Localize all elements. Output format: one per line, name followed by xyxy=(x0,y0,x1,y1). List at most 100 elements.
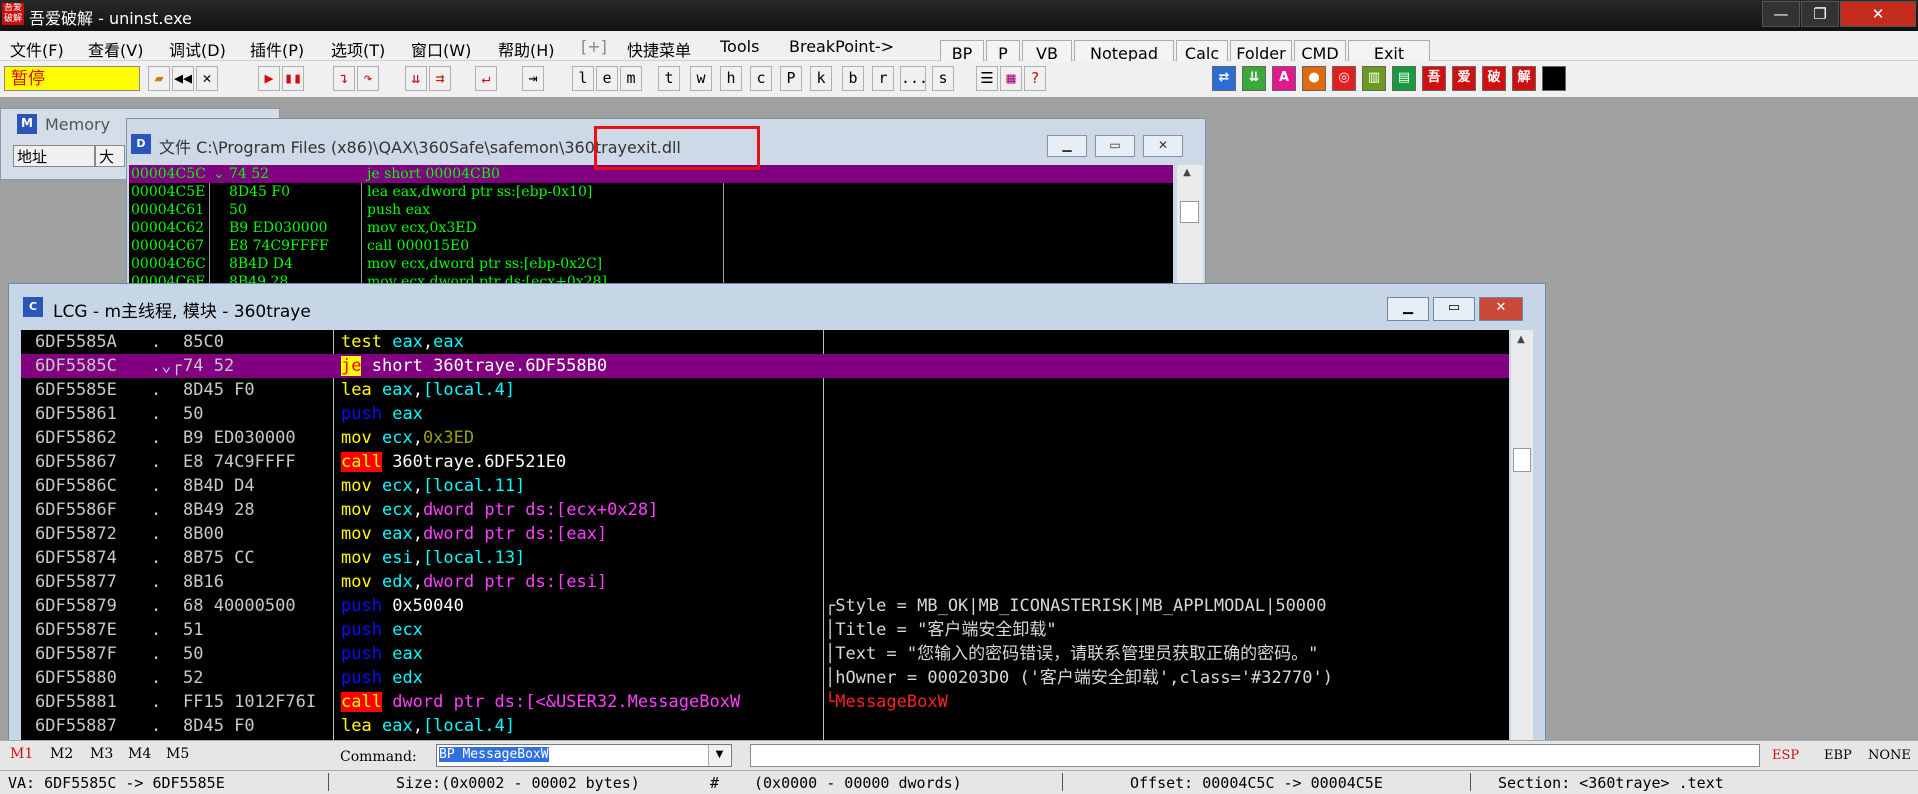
trace-over-icon[interactable]: ⇉ xyxy=(429,66,451,91)
disasm-row[interactable]: 6DF55874. 8B75 CC mov esi,[local.13] xyxy=(21,546,1509,570)
disasm-row[interactable]: 6DF55872. 8B00 mov eax,dword ptr ds:[eax] xyxy=(21,522,1509,546)
disasm-row[interactable]: 6DF55881. FF15 1012F76I call dword ptr ds:… xyxy=(21,690,1509,714)
memory-column-address[interactable]: 地址 xyxy=(13,145,95,167)
plugin-button-3[interactable]: A xyxy=(1272,66,1296,91)
toolbar-k-button[interactable]: k xyxy=(810,66,832,91)
menu-window[interactable]: 窗口(W) xyxy=(411,37,471,61)
cpu-scroll-thumb[interactable] xyxy=(1513,448,1531,472)
tab-m2[interactable]: M2 xyxy=(50,746,73,762)
toolbar-c-button[interactable]: c xyxy=(750,66,772,91)
disasm-row[interactable]: 6DF55861. 50 push eax xyxy=(21,402,1509,426)
disasm-row-selected[interactable]: 6DF5585C .⌄┌ 74 52 je short 360traye.6DF558… xyxy=(21,354,1509,378)
grid-icon[interactable]: ▦ xyxy=(1000,66,1022,91)
plugin-button-1[interactable]: ⇄ xyxy=(1212,66,1236,91)
disasm-row[interactable]: 6DF55879. 68 40000500 push 0x50040 ┌Style =… xyxy=(21,594,1509,618)
menu-breakpoint[interactable]: BreakPoint-> xyxy=(789,37,894,56)
toolbar-m-button[interactable]: m xyxy=(620,66,642,91)
help-icon[interactable]: ? xyxy=(1024,66,1046,91)
step-over-icon[interactable]: ↷ xyxy=(357,66,379,91)
plugin-button-5[interactable]: ◎ xyxy=(1332,66,1356,91)
disasm-row[interactable]: 6DF55877. 8B16 mov edx,dword ptr ds:[esi] xyxy=(21,570,1509,594)
disassembly-pane[interactable]: 6DF5585A. 85C0 test eax,eax 6DF5585C .⌄┌ 74 5… xyxy=(21,330,1509,740)
step-into-icon[interactable]: ↴ xyxy=(333,66,355,91)
file-scrollbar[interactable]: ▲ xyxy=(1177,165,1203,295)
disasm-row[interactable]: 6DF5585E. 8D45 F0 lea eax,[local.4] xyxy=(21,378,1509,402)
plugin-button-12[interactable] xyxy=(1542,66,1566,91)
disasm-row[interactable]: 6DF55880. 52 push edx │hOwner = 000203D0 ('… xyxy=(21,666,1509,690)
file-code-line[interactable]: 00004C61 50 push eax xyxy=(129,201,1173,219)
plugin-button-2[interactable]: ⇊ xyxy=(1242,66,1266,91)
plugin-button-9[interactable]: 爱 xyxy=(1452,66,1476,91)
file-maximize-button[interactable]: ▭ xyxy=(1095,135,1135,157)
reg-none[interactable]: NONE xyxy=(1868,748,1911,763)
restart-icon[interactable]: ◀◀ xyxy=(172,66,194,91)
tab-m5[interactable]: M5 xyxy=(166,746,189,762)
tab-m4[interactable]: M4 xyxy=(128,746,151,762)
toolbar-more-button[interactable]: ... xyxy=(900,66,928,91)
tab-m1[interactable]: M1 xyxy=(10,746,33,762)
plugin-button-8[interactable]: 吾 xyxy=(1422,66,1446,91)
scroll-up-icon[interactable]: ▲ xyxy=(1181,167,1193,178)
toolbar-h-button[interactable]: h xyxy=(720,66,742,91)
toolbar-b-button[interactable]: b xyxy=(842,66,864,91)
menu-tools[interactable]: Tools xyxy=(720,37,759,56)
menu-debug[interactable]: 调试(D) xyxy=(169,37,226,61)
execute-till-return-icon[interactable]: ↵ xyxy=(475,66,497,91)
plugin-button-4[interactable]: ● xyxy=(1302,66,1326,91)
menu-help[interactable]: 帮助(H) xyxy=(498,37,555,61)
reg-ebp[interactable]: EBP xyxy=(1824,748,1852,763)
plugin-button-7[interactable]: ▤ xyxy=(1392,66,1416,91)
cpu-close-button[interactable]: ✕ xyxy=(1479,297,1523,321)
plugin-button-11[interactable]: 解 xyxy=(1512,66,1536,91)
toolbar-p-button[interactable]: P xyxy=(780,66,802,91)
menu-plugins[interactable]: 插件(P) xyxy=(250,37,304,61)
scroll-up-icon[interactable]: ▲ xyxy=(1515,334,1527,345)
menu-options[interactable]: 选项(T) xyxy=(331,37,385,61)
command-dropdown-icon[interactable]: ▼ xyxy=(708,745,730,766)
pause-icon[interactable]: ▮▮ xyxy=(282,66,304,91)
cpu-minimize-button[interactable]: ▁ xyxy=(1387,297,1429,321)
file-code-line[interactable]: 00004C67 E8 74C9FFFF call 000015E0 xyxy=(129,237,1173,255)
toolbar-w-button[interactable]: w xyxy=(690,66,712,91)
toolbar-l-button[interactable]: l xyxy=(572,66,594,91)
file-disassembly-pane[interactable]: 00004C5C ⌄ 74 52 je short 00004CB0 00004C5E 8… xyxy=(129,165,1173,295)
file-code-line[interactable]: 00004C5E 8D45 F0 lea eax,dword ptr ss:[ebp… xyxy=(129,183,1173,201)
minimize-button[interactable]: — xyxy=(1762,1,1800,27)
close-program-icon[interactable]: ✕ xyxy=(196,66,218,91)
file-code-line[interactable]: 00004C6C 8B4D D4 mov ecx,dword ptr ss:[ebp… xyxy=(129,255,1173,273)
open-icon[interactable]: ▰ xyxy=(148,66,170,91)
menu-quick[interactable]: 快捷菜单 xyxy=(627,37,691,61)
close-button[interactable]: ✕ xyxy=(1840,1,1916,27)
cpu-scrollbar[interactable]: ▲ xyxy=(1511,330,1533,740)
toolbar-r-button[interactable]: r xyxy=(872,66,894,91)
menu-file[interactable]: 文件(F) xyxy=(10,37,64,61)
disasm-row[interactable]: 6DF55867. E8 74C9FFFF call 360traye.6DF521… xyxy=(21,450,1509,474)
disasm-row[interactable]: 6DF5586C. 8B4D D4 mov ecx,[local.11] xyxy=(21,474,1509,498)
file-code-line[interactable]: 00004C62 B9 ED030000 mov ecx,0x3ED xyxy=(129,219,1173,237)
memory-column-size[interactable]: 大 xyxy=(95,145,125,167)
file-minimize-button[interactable]: ▁ xyxy=(1047,135,1087,157)
disasm-row[interactable]: 6DF5585A. 85C0 test eax,eax xyxy=(21,330,1509,354)
cpu-maximize-button[interactable]: ▭ xyxy=(1433,297,1475,321)
disasm-row[interactable]: 6DF5586F. 8B49 28 mov ecx,dword ptr ds:[ec… xyxy=(21,498,1509,522)
tab-m3[interactable]: M3 xyxy=(90,746,113,762)
toolbar-s-button[interactable]: s xyxy=(932,66,954,91)
plugin-button-10[interactable]: 破 xyxy=(1482,66,1506,91)
menu-view[interactable]: 查看(V) xyxy=(88,37,143,61)
plugin-button-6[interactable]: ▥ xyxy=(1362,66,1386,91)
trace-into-icon[interactable]: ⇊ xyxy=(405,66,427,91)
maximize-button[interactable]: ❐ xyxy=(1801,1,1839,27)
disasm-row[interactable]: 6DF55887. 8D45 F0 lea eax,[local.4] xyxy=(21,714,1509,738)
go-to-icon[interactable]: ⇥ xyxy=(522,66,544,91)
cpu-window[interactable]: C LCG - m主线程, 模块 - 360traye ▁ ▭ ✕ 6DF558… xyxy=(8,283,1546,741)
toolbar-t-button[interactable]: t xyxy=(658,66,680,91)
disasm-row[interactable]: 6DF55862. B9 ED030000 mov ecx,0x3ED xyxy=(21,426,1509,450)
command-input[interactable]: BP MessageBoxW xyxy=(436,744,732,767)
menu-more[interactable]: [+] xyxy=(581,37,607,56)
file-close-button[interactable]: ✕ xyxy=(1143,135,1183,157)
file-scroll-thumb[interactable] xyxy=(1180,201,1199,223)
disasm-row[interactable]: 6DF5587F. 50 push eax │Text = "您输入的密码错误，请联系… xyxy=(21,642,1509,666)
reg-esp[interactable]: ESP xyxy=(1772,748,1799,763)
toolbar-e-button[interactable]: e xyxy=(596,66,618,91)
list-icon[interactable]: ☰ xyxy=(976,66,998,91)
